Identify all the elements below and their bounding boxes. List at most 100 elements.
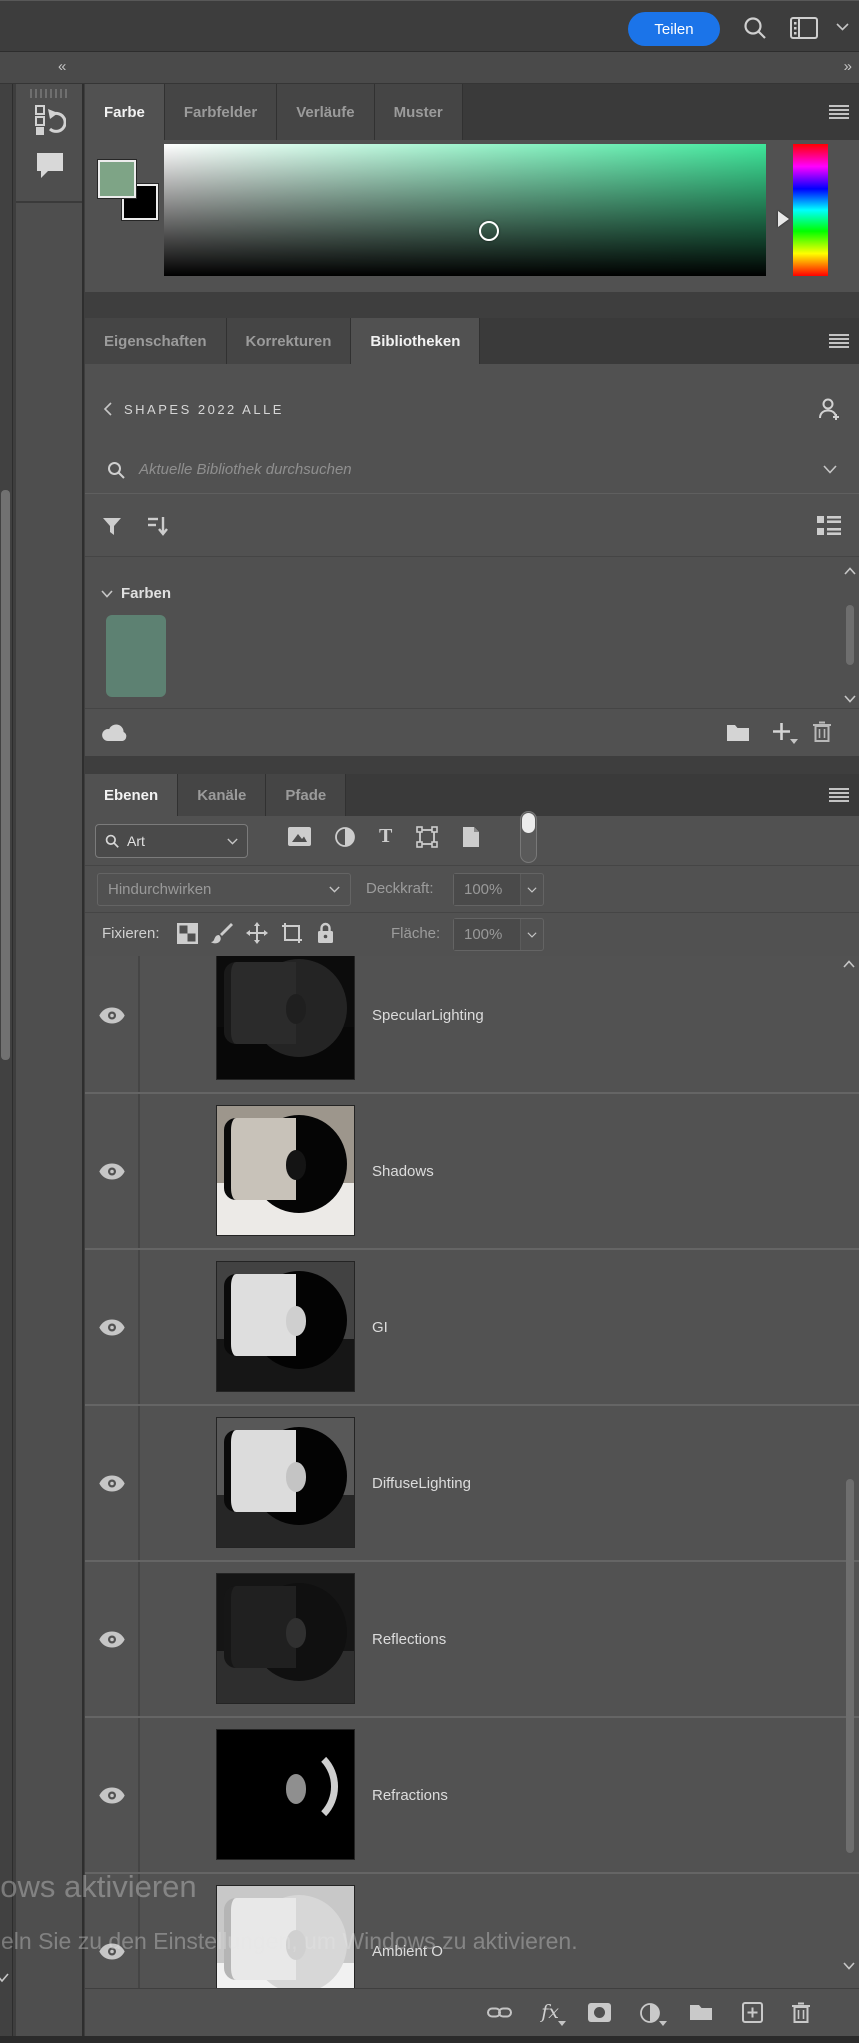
- saturation-brightness-field[interactable]: [164, 144, 766, 276]
- blend-mode-dropdown[interactable]: Hindurchwirken: [97, 873, 351, 906]
- layer-row[interactable]: Shadows: [85, 1094, 859, 1250]
- back-chevron-icon[interactable]: [103, 402, 112, 416]
- chevron-icon[interactable]: [0, 1972, 10, 1984]
- hue-slider-arrow[interactable]: [778, 211, 789, 227]
- opacity-value-box[interactable]: 100%: [453, 873, 544, 906]
- delete-layer-trash-icon[interactable]: [792, 2002, 810, 2023]
- chevron-down-icon[interactable]: [836, 23, 849, 31]
- tab[interactable]: Farbe: [85, 84, 165, 140]
- chevron-down-icon[interactable]: [823, 465, 837, 474]
- foreground-color-swatch[interactable]: [97, 159, 137, 199]
- add-adjustment-layer-button[interactable]: [640, 2002, 667, 2026]
- vertical-scrollbar-thumb[interactable]: [1, 490, 10, 1060]
- tab[interactable]: Muster: [374, 84, 463, 140]
- tab[interactable]: Korrekturen: [226, 318, 352, 364]
- layer-thumbnail[interactable]: [216, 1573, 355, 1704]
- layer-visibility-cell[interactable]: [85, 1406, 140, 1560]
- filter-type-layers-icon[interactable]: T: [379, 825, 392, 848]
- layer-name[interactable]: Ambient O: [372, 1943, 443, 1960]
- lock-all-icon[interactable]: [317, 922, 334, 944]
- layer-row[interactable]: SpecularLighting: [85, 956, 859, 1094]
- layers-panel-menu-icon[interactable]: [829, 788, 849, 802]
- new-layer-icon[interactable]: [742, 2002, 763, 2023]
- layer-row[interactable]: GI: [85, 1250, 859, 1406]
- layer-row[interactable]: Ambient O: [85, 1874, 859, 1988]
- layer-thumbnail[interactable]: [216, 1105, 355, 1236]
- layer-thumbnail[interactable]: [216, 1417, 355, 1548]
- layer-row[interactable]: Refractions: [85, 1718, 859, 1874]
- scroll-down-icon[interactable]: [844, 695, 856, 703]
- layers-scrollbar-thumb[interactable]: [846, 1479, 854, 1853]
- layer-name[interactable]: Refractions: [372, 1787, 448, 1804]
- new-group-icon[interactable]: [689, 2003, 713, 2022]
- add-layer-mask-icon[interactable]: [588, 2003, 611, 2022]
- fill-value-box[interactable]: 100%: [453, 918, 544, 951]
- layer-thumbnail[interactable]: [216, 956, 355, 1080]
- share-button[interactable]: Teilen: [628, 12, 720, 46]
- tab[interactable]: Bibliotheken: [351, 318, 481, 364]
- tab[interactable]: Farbfelder: [164, 84, 278, 140]
- layer-visibility-cell[interactable]: [85, 1250, 140, 1404]
- collapse-panels-left-icon[interactable]: «: [58, 58, 66, 75]
- layer-visibility-cell[interactable]: [85, 1562, 140, 1716]
- filter-pixel-layers-icon[interactable]: [288, 827, 311, 846]
- lock-transparent-pixels-icon[interactable]: [177, 922, 198, 944]
- chevron-down-icon[interactable]: [520, 919, 543, 950]
- workspace-switcher-icon[interactable]: [790, 17, 818, 39]
- invite-person-icon[interactable]: [817, 397, 841, 421]
- layer-name[interactable]: GI: [372, 1319, 388, 1336]
- eye-icon[interactable]: [98, 1787, 125, 1804]
- lock-position-icon[interactable]: [246, 922, 268, 944]
- filter-shape-layers-icon[interactable]: [416, 825, 439, 848]
- chevron-down-icon[interactable]: [520, 874, 543, 905]
- layers-scroll-up[interactable]: [842, 960, 856, 968]
- foreground-background-swatches[interactable]: [97, 159, 164, 226]
- layer-filtering-toggle[interactable]: [520, 811, 537, 863]
- color-panel-menu-icon[interactable]: [829, 105, 849, 119]
- layer-row[interactable]: Reflections: [85, 1562, 859, 1718]
- layer-filter-type-dropdown[interactable]: Art: [95, 824, 248, 858]
- search-icon[interactable]: [742, 15, 768, 41]
- layer-name[interactable]: DiffuseLighting: [372, 1475, 471, 1492]
- drag-grip-icon[interactable]: [30, 89, 68, 98]
- tab[interactable]: Verläufe: [277, 84, 375, 140]
- filter-adjustment-layers-icon[interactable]: [335, 826, 355, 847]
- tab[interactable]: Pfade: [266, 774, 347, 816]
- tab[interactable]: Ebenen: [85, 774, 179, 816]
- layer-thumbnail[interactable]: [216, 1261, 355, 1392]
- library-scrollbar[interactable]: [843, 567, 857, 703]
- lock-image-pixels-icon[interactable]: [211, 922, 233, 944]
- layer-name[interactable]: SpecularLighting: [372, 1007, 484, 1024]
- layer-visibility-cell[interactable]: [85, 956, 140, 1092]
- eye-icon[interactable]: [98, 1631, 125, 1648]
- link-layers-icon[interactable]: [487, 2006, 513, 2019]
- eye-icon[interactable]: [98, 1475, 125, 1492]
- library-color-swatch[interactable]: [106, 615, 166, 697]
- libraries-panel-menu-icon[interactable]: [829, 334, 849, 348]
- library-title[interactable]: SHAPES 2022 ALLE: [124, 402, 284, 417]
- layer-name[interactable]: Reflections: [372, 1631, 446, 1648]
- eye-icon[interactable]: [98, 1943, 125, 1960]
- tab[interactable]: Kanäle: [178, 774, 267, 816]
- eye-icon[interactable]: [98, 1163, 125, 1180]
- sort-icon[interactable]: [147, 516, 169, 536]
- layer-visibility-cell[interactable]: [85, 1094, 140, 1248]
- scroll-up-icon[interactable]: [844, 567, 856, 575]
- delete-trash-icon[interactable]: [813, 721, 831, 742]
- layer-styles-button[interactable]: fx: [541, 2002, 566, 2026]
- color-picker-ring[interactable]: [479, 221, 499, 241]
- eye-icon[interactable]: [98, 1319, 125, 1336]
- layer-visibility-cell[interactable]: [85, 1874, 140, 1988]
- tab[interactable]: Eigenschaften: [85, 318, 227, 364]
- add-asset-button[interactable]: [772, 722, 798, 744]
- filter-smart-objects-icon[interactable]: [462, 826, 480, 848]
- list-view-icon[interactable]: [817, 516, 841, 536]
- version-history-icon[interactable]: [34, 105, 66, 135]
- layer-row[interactable]: DiffuseLighting: [85, 1406, 859, 1562]
- eye-icon[interactable]: [98, 1007, 125, 1024]
- scrollbar-thumb[interactable]: [846, 605, 854, 665]
- comments-icon[interactable]: [34, 150, 66, 180]
- expand-panels-right-icon[interactable]: »: [844, 58, 852, 75]
- cloud-sync-icon[interactable]: [101, 723, 128, 742]
- library-search-bar[interactable]: Aktuelle Bibliothek durchsuchen: [85, 446, 859, 494]
